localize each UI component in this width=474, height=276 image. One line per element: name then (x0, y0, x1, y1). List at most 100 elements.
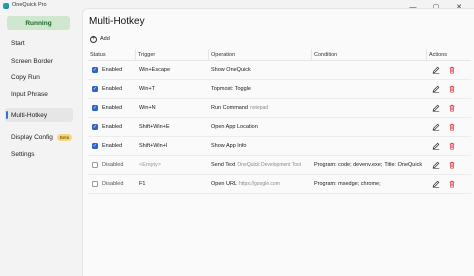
table-row[interactable]: Disabled F1 Open URL https://google.com Prog… (88, 175, 471, 194)
enabled-checkbox[interactable]: ✓ (92, 105, 98, 111)
delete-icon[interactable] (448, 123, 456, 131)
table-row[interactable]: Disabled <Empty> Send Text OneQuick Develop… (88, 156, 471, 175)
column-header-condition[interactable]: Condition (311, 49, 426, 60)
trigger-cell[interactable]: Win+T (135, 80, 208, 98)
enabled-checkbox[interactable]: ✓ (92, 86, 98, 92)
operation-argument: https://google.com (239, 181, 280, 187)
delete-icon[interactable] (448, 66, 456, 74)
sidebar-item-display-config[interactable]: Display Config Beta (5, 130, 73, 144)
status-cell: ✓ Enabled (88, 61, 135, 79)
operation-cell[interactable]: Open App Location (208, 118, 311, 136)
edit-icon[interactable] (432, 85, 440, 93)
sidebar-item-label: Screen Border (11, 57, 53, 65)
operation-cell[interactable]: Show OneQuick (208, 61, 311, 79)
status-cell: ✓ Enabled (88, 80, 135, 98)
app-logo-icon (3, 3, 9, 9)
sidebar-item-settings[interactable]: Settings (5, 147, 73, 161)
condition-cell[interactable]: Program: msedge; chrome; (311, 175, 426, 193)
trigger-cell[interactable]: Shift+Win+E (135, 118, 208, 136)
operation-cell[interactable]: Show App Info (208, 137, 311, 155)
operation-cell[interactable]: Run Command notepad (208, 99, 311, 117)
trigger-cell[interactable]: Shift+Win+I (135, 137, 208, 155)
operation-argument: OneQuick Development Tool (237, 162, 301, 168)
trigger-text: <Empty> (139, 162, 162, 168)
delete-icon[interactable] (448, 85, 456, 93)
operation-text: Topmost: Toggle (211, 86, 251, 92)
operation-text: Show App Info (211, 143, 247, 149)
trigger-cell[interactable]: <Empty> (135, 156, 208, 174)
column-header-status[interactable]: Status (88, 49, 135, 60)
table-header: Status Trigger Operation Condition Actio… (88, 49, 471, 61)
running-toggle-button[interactable]: Running (7, 16, 70, 30)
table-row[interactable]: ✓ Enabled Shift+Win+E Open App Location (88, 118, 471, 137)
actions-cell (426, 175, 471, 193)
table-row[interactable]: ✓ Enabled Win+N Run Command notepad (88, 99, 471, 118)
status-text: Enabled (102, 67, 123, 73)
status-text: Enabled (102, 124, 123, 130)
delete-icon[interactable] (448, 161, 456, 169)
sidebar-item-label: Display Config (11, 133, 53, 141)
condition-cell[interactable] (311, 80, 426, 98)
status-cell: Disabled (88, 175, 135, 193)
table-row[interactable]: ✓ Enabled Win+T Topmost: Toggle (88, 80, 471, 99)
window-title: OneQuick Pro (12, 2, 47, 8)
status-text: Disabled (102, 162, 124, 168)
column-header-trigger[interactable]: Trigger (135, 49, 208, 60)
trigger-cell[interactable]: F1 (135, 175, 208, 193)
condition-cell[interactable] (311, 61, 426, 79)
edit-icon[interactable] (432, 180, 440, 188)
sidebar-item-label: Start (11, 39, 25, 47)
status-text: Enabled (102, 86, 123, 92)
status-text: Enabled (102, 105, 123, 111)
trigger-cell[interactable]: Win+N (135, 99, 208, 117)
operation-cell[interactable]: Send Text OneQuick Development Tool (208, 156, 311, 174)
actions-cell (426, 118, 471, 136)
actions-cell (426, 99, 471, 117)
enabled-checkbox[interactable] (92, 181, 98, 187)
delete-icon[interactable] (448, 104, 456, 112)
sidebar-item-screen-border[interactable]: Screen Border (5, 54, 73, 68)
trigger-text: Shift+Win+I (139, 143, 168, 149)
table-row[interactable]: ✓ Enabled Shift+Win+I Show App Info (88, 137, 471, 156)
sidebar-item-multi-hotkey[interactable]: Multi-Hotkey (5, 108, 73, 122)
column-header-operation[interactable]: Operation (208, 49, 311, 60)
sidebar-item-copy-run[interactable]: Copy Run (5, 70, 73, 84)
sidebar-item-start[interactable]: Start (5, 36, 73, 50)
condition-cell[interactable] (311, 118, 426, 136)
sidebar-item-label: Settings (11, 150, 35, 158)
enabled-checkbox[interactable]: ✓ (92, 67, 98, 73)
trigger-text: Win+T (139, 86, 156, 92)
edit-icon[interactable] (432, 161, 440, 169)
status-text: Enabled (102, 143, 123, 149)
enabled-checkbox[interactable] (92, 162, 98, 168)
operation-text: Send Text (211, 162, 236, 168)
sidebar-item-label: Multi-Hotkey (11, 111, 48, 119)
enabled-checkbox[interactable]: ✓ (92, 124, 98, 130)
plus-icon: + (90, 35, 97, 43)
trigger-text: Shift+Win+E (139, 124, 170, 130)
edit-icon[interactable] (432, 123, 440, 131)
sidebar-item-input-phrase[interactable]: Input Phrase (5, 87, 73, 101)
delete-icon[interactable] (448, 180, 456, 188)
actions-cell (426, 61, 471, 79)
condition-cell[interactable] (311, 99, 426, 117)
trigger-text: F1 (139, 181, 146, 187)
trigger-cell[interactable]: Win+Escape (135, 61, 208, 79)
condition-cell[interactable]: Program: code; devenv.exe; Title: OneQuic… (311, 156, 426, 174)
table-row[interactable]: ✓ Enabled Win+Escape Show OneQuick (88, 61, 471, 80)
edit-icon[interactable] (432, 104, 440, 112)
edit-icon[interactable] (432, 66, 440, 74)
add-button[interactable]: + Add (90, 34, 110, 44)
operation-cell[interactable]: Topmost: Toggle (208, 80, 311, 98)
status-cell: ✓ Enabled (88, 137, 135, 155)
operation-cell[interactable]: Open URL https://google.com (208, 175, 311, 193)
operation-text: Open URL (211, 181, 237, 187)
status-cell: ✓ Enabled (88, 118, 135, 136)
actions-cell (426, 80, 471, 98)
edit-icon[interactable] (432, 142, 440, 150)
column-header-actions: Actions (426, 49, 471, 60)
condition-cell[interactable] (311, 137, 426, 155)
delete-icon[interactable] (448, 142, 456, 150)
actions-cell (426, 137, 471, 155)
enabled-checkbox[interactable]: ✓ (92, 143, 98, 149)
